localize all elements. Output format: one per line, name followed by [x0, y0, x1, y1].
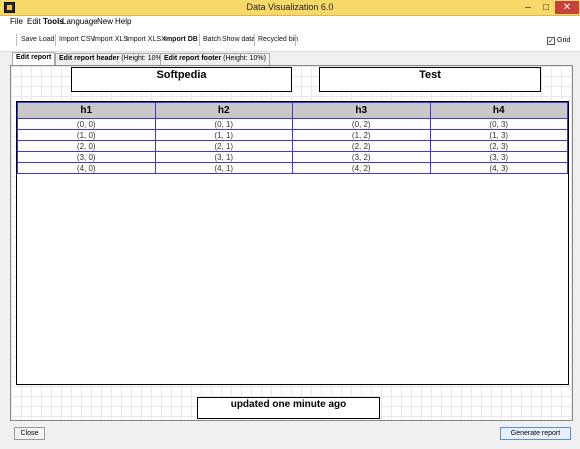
close-button[interactable]: Close — [14, 427, 45, 440]
table-cell: (2, 2) — [292, 140, 431, 152]
tab-edit-report-footer[interactable]: Edit report footer (Height: 10%) — [160, 53, 270, 65]
menu-help[interactable]: Help — [115, 17, 131, 26]
table-cell: (2, 0) — [17, 140, 156, 152]
toolbar-separator — [16, 34, 17, 46]
menu-tools[interactable]: Tools — [43, 17, 64, 26]
minimize-icon[interactable]: – — [519, 1, 537, 14]
menu-new[interactable]: New — [97, 17, 113, 26]
column-header: h1 — [17, 102, 156, 119]
table-cell: (4, 2) — [292, 162, 431, 174]
tab-edit-report[interactable]: Edit report — [12, 52, 56, 66]
import-xlsx-button[interactable]: Import XLSX — [126, 36, 166, 43]
table-cell: (3, 2) — [292, 151, 431, 163]
table-cell: (0, 2) — [292, 118, 431, 130]
table-header-row: h1 h2 h3 h4 — [17, 102, 568, 119]
table-cell: (0, 0) — [17, 118, 156, 130]
table-cell: (0, 3) — [429, 118, 568, 130]
table-cell: (3, 3) — [429, 151, 568, 163]
report-canvas: Softpedia Test h1 h2 h3 h4 (0, 0) (0, 1)… — [10, 65, 573, 421]
table-row: (4, 0) (4, 1) (4, 2) (4, 3) — [17, 162, 568, 174]
toolbar-separator — [55, 34, 56, 46]
table-cell: (1, 1) — [154, 129, 293, 141]
save-button[interactable]: Save — [21, 36, 37, 43]
table-row: (1, 0) (1, 1) (1, 2) (1, 3) — [17, 129, 568, 141]
table-cell: (4, 1) — [154, 162, 293, 174]
table-row: (3, 0) (3, 1) (3, 2) (3, 3) — [17, 151, 568, 163]
column-header: h4 — [429, 102, 568, 119]
close-window-icon[interactable]: ✕ — [555, 1, 579, 14]
report-header-right-box[interactable]: Test — [319, 67, 541, 92]
load-button[interactable]: Load — [39, 36, 55, 43]
tab-edit-report-footer-label: Edit report footer — [164, 55, 222, 62]
tab-edit-report-label: Edit report — [16, 54, 52, 61]
show-data-button[interactable]: Show data — [222, 36, 255, 43]
maximize-icon[interactable]: □ — [537, 1, 555, 14]
toolbar-separator — [254, 34, 255, 46]
table-cell: (1, 3) — [429, 129, 568, 141]
table-cell: (1, 0) — [17, 129, 156, 141]
menu-file[interactable]: File — [10, 17, 23, 26]
menu-edit[interactable]: Edit — [27, 17, 41, 26]
menu-language[interactable]: Language — [62, 17, 98, 26]
table-cell: (3, 1) — [154, 151, 293, 163]
table-row: (0, 0) (0, 1) (0, 2) (0, 3) — [17, 118, 568, 130]
grid-checkbox[interactable]: ✓ — [547, 37, 555, 45]
generate-report-button[interactable]: Generate report — [500, 427, 571, 440]
batch-button[interactable]: Batch — [203, 36, 221, 43]
grid-label: Grid — [557, 37, 571, 44]
table-cell: (4, 3) — [429, 162, 568, 174]
table-cell: (3, 0) — [17, 151, 156, 163]
table-cell: (2, 3) — [429, 140, 568, 152]
table-cell: (2, 1) — [154, 140, 293, 152]
window-title: Data Visualization 6.0 — [246, 2, 334, 12]
title-bar: Data Visualization 6.0 – □ ✕ — [0, 0, 580, 16]
table-cell: (1, 2) — [292, 129, 431, 141]
column-header: h2 — [154, 102, 293, 119]
toolbar-separator — [295, 34, 296, 46]
import-db-button[interactable]: Import DB — [164, 36, 198, 43]
tab-edit-report-header-label: Edit report header — [59, 55, 120, 62]
toolbar: Save Load Import CSV Import XLS Import X… — [0, 28, 580, 52]
tab-edit-report-header[interactable]: Edit report header (Height: 10%) — [55, 53, 169, 65]
import-xls-button[interactable]: Import XLS — [93, 36, 128, 43]
recycled-bin-button[interactable]: Recycled bin — [258, 36, 298, 43]
table-row: (2, 0) (2, 1) (2, 2) (2, 3) — [17, 140, 568, 152]
tab-edit-report-header-height: (Height: 10%) — [121, 55, 165, 62]
table-cell: (0, 1) — [154, 118, 293, 130]
import-csv-button[interactable]: Import CSV — [59, 36, 95, 43]
toolbar-separator — [199, 34, 200, 46]
menu-bar: File Edit Tools Language New Help — [0, 16, 580, 28]
report-body: h1 h2 h3 h4 (0, 0) (0, 1) (0, 2) (0, 3) … — [16, 101, 569, 385]
data-table: h1 h2 h3 h4 (0, 0) (0, 1) (0, 2) (0, 3) … — [17, 102, 568, 174]
table-cell: (4, 0) — [17, 162, 156, 174]
column-header: h3 — [292, 102, 431, 119]
tab-edit-report-footer-height: (Height: 10%) — [223, 55, 266, 62]
report-footer-box[interactable]: updated one minute ago — [197, 397, 380, 419]
report-header-left-box[interactable]: Softpedia — [71, 67, 292, 92]
